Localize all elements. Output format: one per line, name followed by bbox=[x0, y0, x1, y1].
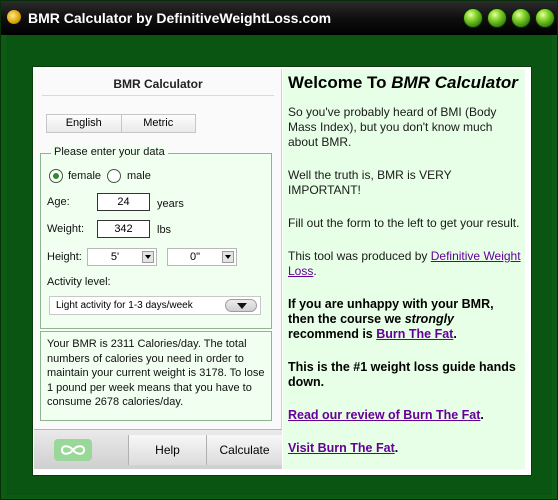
data-entry-group: Please enter your data female male Age: … bbox=[40, 146, 272, 329]
height-feet-select[interactable]: 5' bbox=[87, 248, 157, 266]
weight-label: Weight: bbox=[47, 223, 85, 235]
activity-label: Activity level: bbox=[47, 276, 111, 288]
help-button[interactable]: Help bbox=[128, 435, 206, 465]
visit-suffix: . bbox=[394, 441, 399, 455]
visit-paragraph: Visit Burn The Fat. bbox=[288, 441, 521, 456]
recommendation-emphasis: strongly bbox=[404, 312, 455, 326]
recommendation-suffix: . bbox=[453, 327, 457, 341]
age-label: Age: bbox=[47, 196, 70, 208]
welcome-app-name: BMR Calculator bbox=[391, 73, 518, 92]
recommendation-start: If you are unhappy with your BMR, then t… bbox=[288, 297, 494, 326]
calculator-title: BMR Calculator bbox=[113, 77, 203, 91]
logo-icon bbox=[54, 439, 92, 461]
tab-english[interactable]: English bbox=[46, 114, 122, 133]
female-label: female bbox=[68, 170, 102, 182]
review-paragraph: Read our review of Burn The Fat. bbox=[288, 408, 521, 423]
credit-paragraph: This tool was produced by Definitive Wei… bbox=[288, 249, 521, 279]
activity-level-select[interactable]: Light activity for 1-3 days/week bbox=[49, 296, 261, 315]
review-suffix: . bbox=[480, 408, 484, 422]
age-input[interactable]: 24 bbox=[97, 193, 150, 211]
window-title: BMR Calculator by DefinitiveWeightLoss.c… bbox=[28, 10, 332, 26]
title-bar[interactable]: BMR Calculator by DefinitiveWeightLoss.c… bbox=[1, 1, 557, 35]
result-text: Your BMR is 2311 Calories/day. The total… bbox=[40, 331, 272, 421]
burn-the-fat-link[interactable]: Burn The Fat bbox=[376, 327, 453, 341]
recommendation-middle: recommend is bbox=[288, 327, 377, 341]
activity-level-value: Light activity for 1-3 days/week bbox=[56, 300, 193, 311]
visit-link[interactable]: Visit Burn The Fat bbox=[288, 441, 395, 455]
welcome-prefix: Welcome To bbox=[288, 73, 392, 92]
action-bar: Help Calculate bbox=[34, 429, 282, 469]
credit-prefix: This tool was produced by bbox=[288, 249, 431, 263]
dropdown-arrow-icon[interactable] bbox=[142, 251, 154, 263]
importance-paragraph: Well the truth is, BMR is VERY IMPORTANT… bbox=[288, 168, 452, 197]
review-link[interactable]: Read our review of Burn The Fat bbox=[288, 408, 480, 422]
male-label: male bbox=[127, 170, 151, 182]
info-panel: Welcome To BMR Calculator So you've prob… bbox=[283, 69, 525, 469]
weight-input[interactable]: 342 bbox=[97, 220, 150, 238]
intro-paragraph: So you've probably heard of BMI (Body Ma… bbox=[288, 105, 497, 149]
guide-paragraph: This is the #1 weight loss guide hands d… bbox=[288, 360, 516, 389]
welcome-heading: Welcome To BMR Calculator bbox=[288, 73, 521, 93]
app-icon bbox=[7, 10, 21, 24]
height-inches-select[interactable]: 0" bbox=[167, 248, 237, 266]
calculator-panel: BMR Calculator English Metric Please ent… bbox=[34, 69, 282, 469]
unit-tabs: English Metric bbox=[46, 114, 196, 133]
calculate-button[interactable]: Calculate bbox=[206, 435, 282, 465]
data-entry-legend: Please enter your data bbox=[51, 146, 168, 158]
minimize-icon[interactable] bbox=[463, 8, 483, 28]
maximize-icon[interactable] bbox=[487, 8, 507, 28]
title-divider bbox=[42, 95, 274, 96]
restore-icon[interactable] bbox=[511, 8, 531, 28]
credit-suffix: . bbox=[313, 264, 317, 278]
instructions-paragraph: Fill out the form to the left to get you… bbox=[288, 216, 520, 230]
weight-unit: lbs bbox=[157, 224, 172, 236]
male-radio[interactable] bbox=[107, 169, 121, 183]
height-label: Height: bbox=[47, 251, 82, 263]
dropdown-arrow-icon[interactable] bbox=[225, 299, 257, 312]
height-inches-value: 0" bbox=[189, 251, 201, 263]
dropdown-arrow-icon[interactable] bbox=[222, 251, 234, 263]
age-unit: years bbox=[157, 198, 184, 210]
tab-metric[interactable]: Metric bbox=[121, 114, 196, 133]
close-icon[interactable] bbox=[535, 8, 555, 28]
height-feet-value: 5' bbox=[110, 251, 120, 263]
recommendation-paragraph: If you are unhappy with your BMR, then t… bbox=[288, 297, 521, 342]
female-radio[interactable] bbox=[49, 169, 63, 183]
